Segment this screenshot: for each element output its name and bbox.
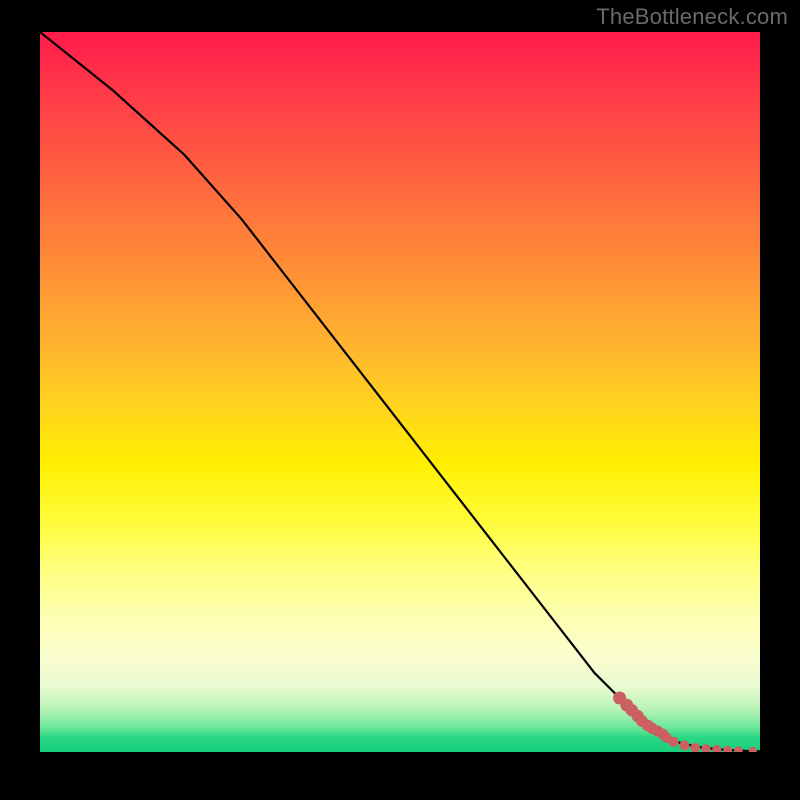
marker-point	[701, 744, 710, 752]
marker-point	[690, 743, 700, 752]
watermark: TheBottleneck.com	[596, 4, 788, 30]
plot-overlay	[40, 32, 760, 752]
marker-point	[712, 745, 721, 752]
marker-point	[669, 737, 679, 747]
marker-point	[679, 741, 689, 751]
marker-point	[734, 746, 743, 752]
plot-area	[40, 32, 760, 752]
series-curve	[40, 32, 760, 751]
marker-point	[749, 747, 757, 752]
marker-point	[723, 746, 732, 752]
marker-group	[613, 692, 757, 753]
chart-frame: TheBottleneck.com	[0, 0, 800, 800]
